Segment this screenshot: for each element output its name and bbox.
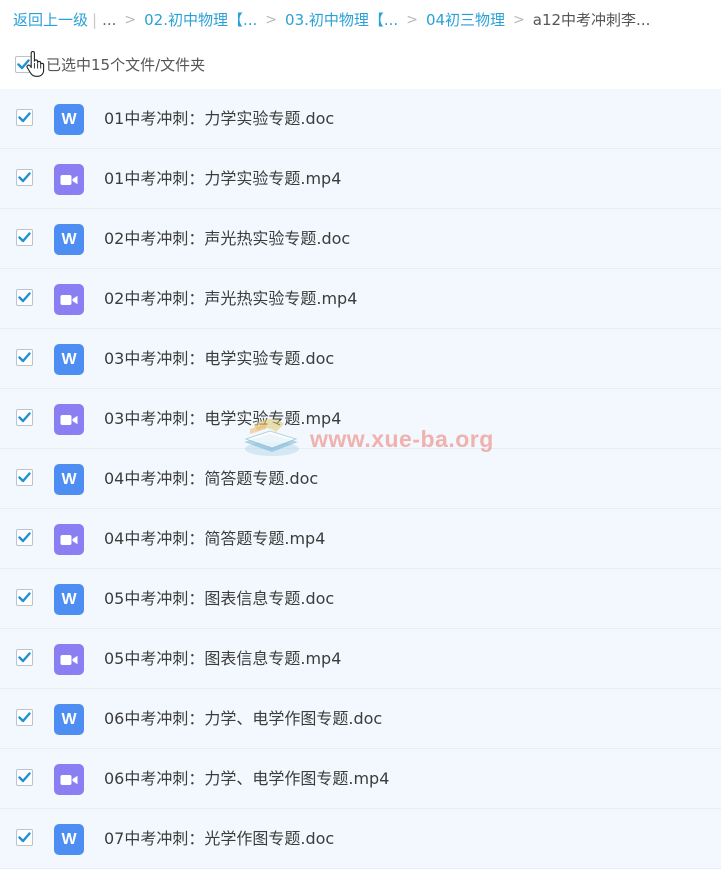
file-checkbox[interactable] bbox=[16, 349, 33, 366]
video-camera-glyph bbox=[60, 414, 78, 425]
file-checkbox[interactable] bbox=[16, 169, 33, 186]
breadcrumb-item[interactable]: 03.初中物理【... bbox=[285, 8, 398, 32]
file-row[interactable]: W 06中考冲刺：力学、电学作图专题.doc bbox=[0, 689, 721, 749]
file-checkbox[interactable] bbox=[16, 829, 33, 846]
word-letter: W bbox=[61, 350, 77, 368]
video-camera-glyph bbox=[60, 534, 78, 545]
file-name[interactable]: 01中考冲刺：力学实验专题.mp4 bbox=[104, 149, 341, 209]
chevron-right-icon: > bbox=[265, 12, 278, 28]
file-name[interactable]: 04中考冲刺：简答题专题.mp4 bbox=[104, 509, 325, 569]
checkmark-icon bbox=[18, 352, 31, 363]
video-camera-icon bbox=[54, 524, 84, 555]
checkmark-icon bbox=[18, 112, 31, 123]
file-row[interactable]: 06中考冲刺：力学、电学作图专题.mp4 bbox=[0, 749, 721, 809]
file-row[interactable]: W 07中考冲刺：光学作图专题.doc bbox=[0, 809, 721, 869]
word-doc-icon: W bbox=[54, 824, 84, 855]
chevron-right-icon: > bbox=[124, 12, 137, 28]
word-doc-icon: W bbox=[54, 344, 84, 375]
chevron-right-icon: > bbox=[406, 12, 418, 28]
video-camera-icon bbox=[54, 644, 84, 675]
file-name[interactable]: 03中考冲刺：电学实验专题.mp4 bbox=[104, 389, 341, 449]
file-name[interactable]: 02中考冲刺：声光热实验专题.mp4 bbox=[104, 269, 357, 329]
file-row[interactable]: W 03中考冲刺：电学实验专题.doc bbox=[0, 329, 721, 389]
file-name[interactable]: 05中考冲刺：图表信息专题.doc bbox=[104, 569, 334, 629]
file-checkbox[interactable] bbox=[16, 649, 33, 666]
file-name[interactable]: 07中考冲刺：光学作图专题.doc bbox=[104, 809, 334, 869]
file-checkbox[interactable] bbox=[16, 409, 33, 426]
breadcrumb-item[interactable]: 04初三物理 bbox=[426, 8, 505, 32]
video-camera-glyph bbox=[60, 774, 78, 785]
breadcrumb-ellipsis[interactable]: ... bbox=[102, 8, 116, 32]
checkmark-icon bbox=[18, 712, 31, 723]
word-doc-icon: W bbox=[54, 704, 84, 735]
breadcrumb-current: a12中考冲刺李... bbox=[532, 11, 651, 29]
checkmark-icon bbox=[18, 832, 31, 843]
video-camera-glyph bbox=[60, 654, 78, 665]
file-row[interactable]: 03中考冲刺：电学实验专题.mp4 bbox=[0, 389, 721, 449]
word-letter: W bbox=[61, 830, 77, 848]
word-letter: W bbox=[61, 110, 77, 128]
checkmark-icon bbox=[18, 232, 31, 243]
word-doc-icon: W bbox=[54, 104, 84, 135]
checkmark-icon bbox=[18, 772, 31, 783]
file-checkbox[interactable] bbox=[16, 709, 33, 726]
file-checkbox[interactable] bbox=[16, 529, 33, 546]
checkmark-icon bbox=[18, 472, 31, 483]
file-name[interactable]: 03中考冲刺：电学实验专题.doc bbox=[104, 329, 334, 389]
word-doc-icon: W bbox=[54, 464, 84, 495]
checkmark-icon bbox=[18, 592, 31, 603]
file-row[interactable]: W 05中考冲刺：图表信息专题.doc bbox=[0, 569, 721, 629]
file-checkbox[interactable] bbox=[16, 469, 33, 486]
video-camera-icon bbox=[54, 404, 84, 435]
file-name[interactable]: 06中考冲刺：力学、电学作图专题.doc bbox=[104, 689, 382, 749]
file-row[interactable]: W 01中考冲刺：力学实验专题.doc bbox=[0, 89, 721, 149]
breadcrumb: 返回上一级 | ... > 02.初中物理【... > 03.初中物理【... … bbox=[13, 8, 650, 32]
file-row[interactable]: W 02中考冲刺：声光热实验专题.doc bbox=[0, 209, 721, 269]
file-checkbox[interactable] bbox=[16, 289, 33, 306]
word-letter: W bbox=[61, 470, 77, 488]
word-letter: W bbox=[61, 710, 77, 728]
selected-count-label: 已选中15个文件/文件夹 bbox=[46, 55, 206, 74]
word-letter: W bbox=[61, 230, 77, 248]
chevron-right-icon: > bbox=[513, 12, 525, 28]
file-checkbox[interactable] bbox=[16, 109, 33, 126]
file-row[interactable]: 05中考冲刺：图表信息专题.mp4 bbox=[0, 629, 721, 689]
breadcrumb-item[interactable]: 02.初中物理【... bbox=[144, 8, 257, 32]
file-row[interactable]: 01中考冲刺：力学实验专题.mp4 bbox=[0, 149, 721, 209]
file-name[interactable]: 04中考冲刺：简答题专题.doc bbox=[104, 449, 318, 509]
file-row[interactable]: 04中考冲刺：简答题专题.mp4 bbox=[0, 509, 721, 569]
file-name[interactable]: 02中考冲刺：声光热实验专题.doc bbox=[104, 209, 350, 269]
video-camera-glyph bbox=[60, 174, 78, 185]
checkmark-icon bbox=[18, 652, 31, 663]
checkmark-icon bbox=[18, 532, 31, 543]
checkmark-icon bbox=[18, 292, 31, 303]
file-checkbox[interactable] bbox=[16, 229, 33, 246]
file-name[interactable]: 01中考冲刺：力学实验专题.doc bbox=[104, 89, 334, 149]
checkmark-icon bbox=[18, 172, 31, 183]
video-camera-icon bbox=[54, 284, 84, 315]
video-camera-icon bbox=[54, 764, 84, 795]
file-row[interactable]: W 04中考冲刺：简答题专题.doc bbox=[0, 449, 721, 509]
file-checkbox[interactable] bbox=[16, 589, 33, 606]
file-checkbox[interactable] bbox=[16, 769, 33, 786]
video-camera-icon bbox=[54, 164, 84, 195]
word-doc-icon: W bbox=[54, 224, 84, 255]
back-link[interactable]: 返回上一级 bbox=[13, 8, 88, 32]
word-letter: W bbox=[61, 590, 77, 608]
file-name[interactable]: 06中考冲刺：力学、电学作图专题.mp4 bbox=[104, 749, 389, 809]
checkmark-icon bbox=[18, 412, 31, 423]
breadcrumb-divider: | bbox=[92, 11, 98, 29]
file-browser: 返回上一级 | ... > 02.初中物理【... > 03.初中物理【... … bbox=[0, 0, 721, 877]
hand-pointer-cursor-icon bbox=[26, 51, 45, 77]
video-camera-glyph bbox=[60, 294, 78, 305]
file-row[interactable]: 02中考冲刺：声光热实验专题.mp4 bbox=[0, 269, 721, 329]
file-list: W 01中考冲刺：力学实验专题.doc 01中考冲刺：力学实验专题.mp4 W 02中考… bbox=[0, 89, 721, 869]
file-name[interactable]: 05中考冲刺：图表信息专题.mp4 bbox=[104, 629, 341, 689]
word-doc-icon: W bbox=[54, 584, 84, 615]
